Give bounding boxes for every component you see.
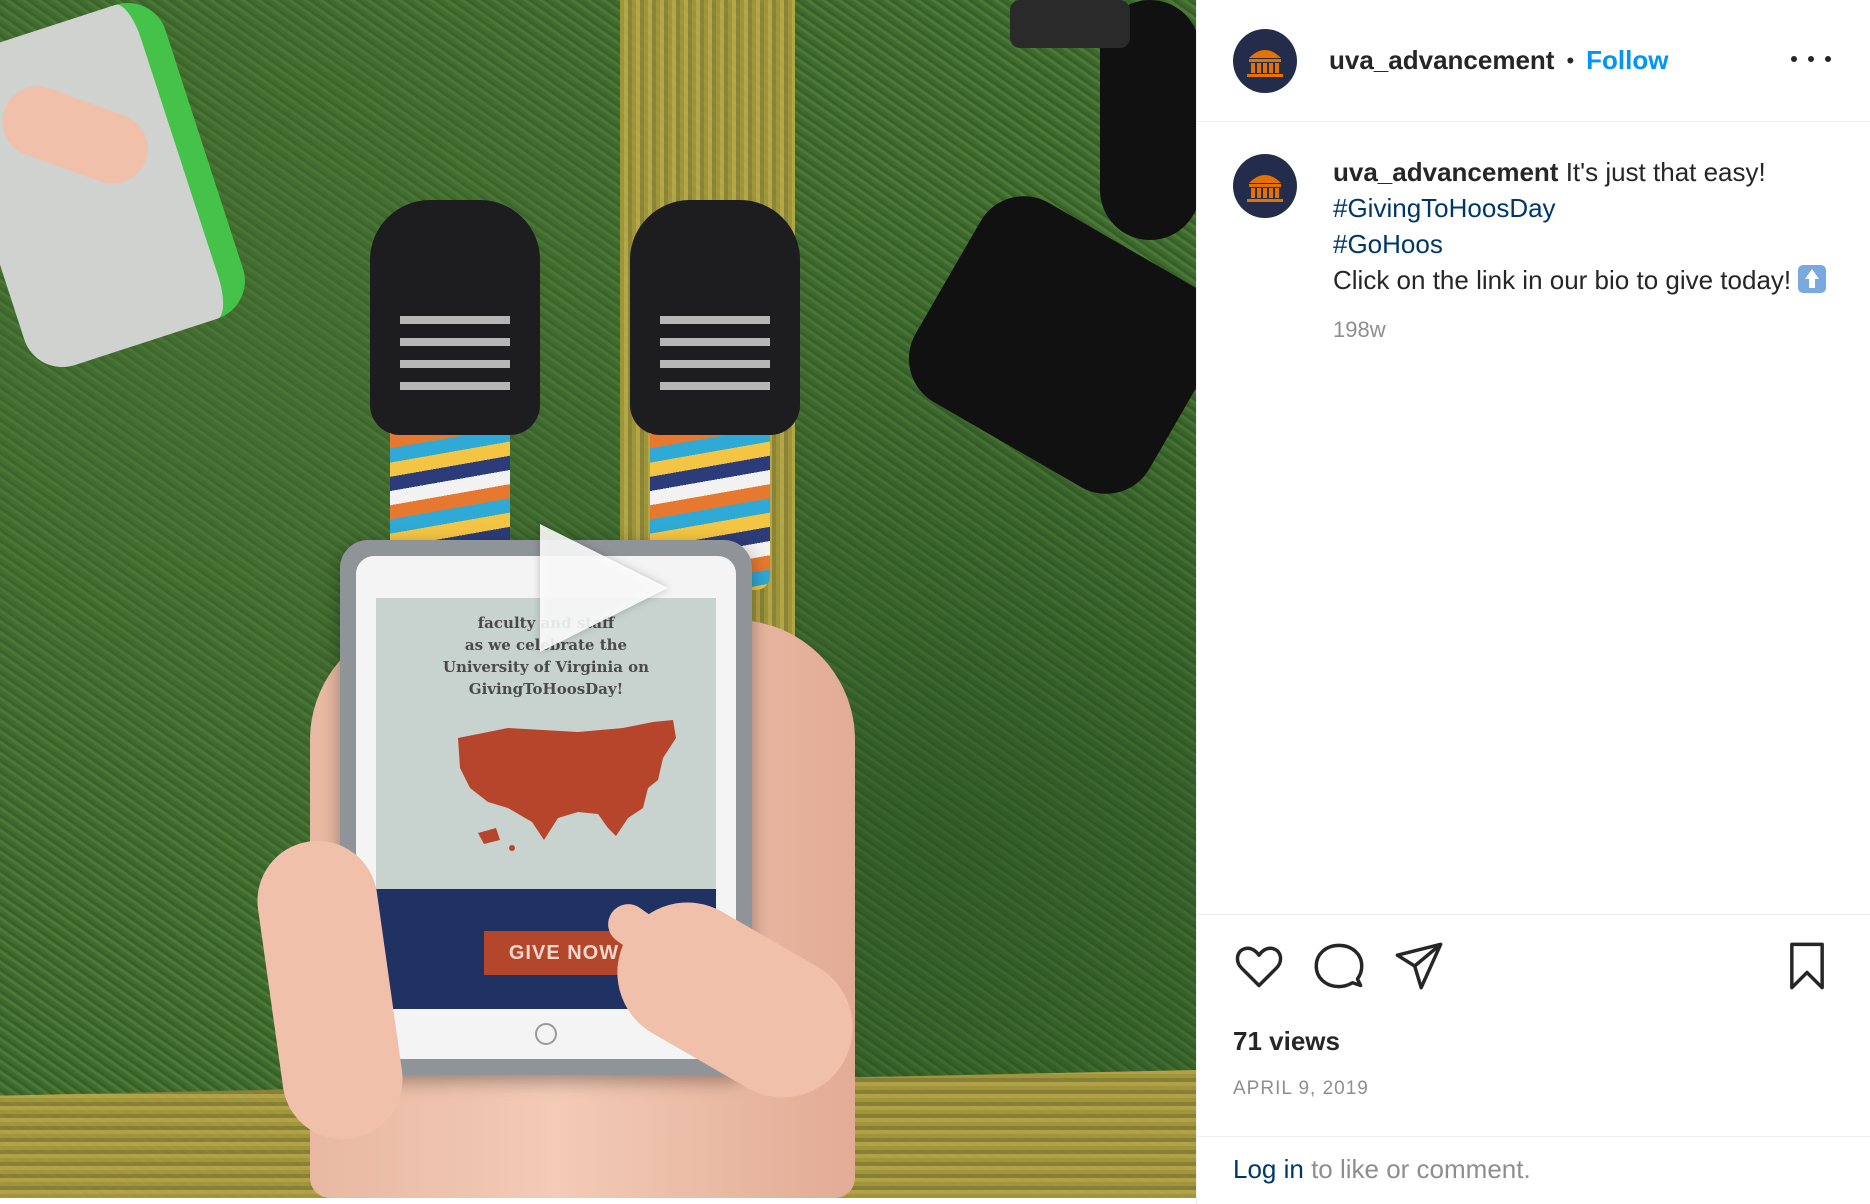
header-username[interactable]: uva_advancement bbox=[1329, 45, 1554, 76]
caption-avatar[interactable] bbox=[1233, 154, 1297, 218]
tablet-text-line: University of Virginia on bbox=[442, 658, 650, 676]
avatar[interactable] bbox=[1233, 28, 1297, 93]
caption-text: It's just that easy! bbox=[1565, 157, 1766, 187]
post-panel: uva_advancement • Follow uva_advancement bbox=[1196, 0, 1870, 1204]
play-icon[interactable] bbox=[540, 524, 668, 652]
caption: uva_advancement It's just that easy! #Gi… bbox=[1233, 154, 1853, 348]
hashtag-gohoos[interactable]: #GoHoos bbox=[1333, 226, 1833, 262]
cleat-left bbox=[370, 200, 540, 435]
login-prompt-text: to like or comment. bbox=[1303, 1154, 1531, 1184]
separator-dot: • bbox=[1566, 47, 1575, 73]
more-dot bbox=[1808, 56, 1814, 62]
post-date[interactable]: APRIL 9, 2019 bbox=[1233, 1078, 1369, 1100]
post-video[interactable]: faculty and staff as we celebrate the Un… bbox=[0, 0, 1196, 1198]
post-header: uva_advancement • Follow bbox=[1197, 0, 1870, 122]
divider bbox=[1197, 1136, 1870, 1137]
paper-plane-icon[interactable] bbox=[1393, 940, 1445, 992]
login-prompt: Log in to like or comment. bbox=[1233, 1154, 1531, 1185]
caption-body: uva_advancement It's just that easy! #Gi… bbox=[1333, 154, 1833, 348]
caption-username[interactable]: uva_advancement bbox=[1333, 157, 1558, 187]
divider bbox=[1197, 914, 1870, 915]
us-map bbox=[458, 720, 676, 851]
more-dot bbox=[1825, 56, 1831, 62]
caption-cta: Click on the link in our bio to give tod… bbox=[1333, 265, 1792, 295]
action-bar bbox=[1233, 940, 1833, 996]
view-count: 71 views bbox=[1233, 1026, 1340, 1056]
tablet-text-line: GivingToHoosDay! bbox=[468, 680, 624, 698]
login-link[interactable]: Log in bbox=[1233, 1154, 1304, 1184]
white-cleat bbox=[0, 0, 256, 378]
follow-button[interactable]: Follow bbox=[1586, 45, 1668, 76]
relative-timestamp[interactable]: 198w bbox=[1333, 312, 1833, 348]
cleat-right bbox=[630, 200, 800, 435]
more-dot bbox=[1791, 56, 1797, 62]
rotunda-logo-icon bbox=[1247, 49, 1283, 77]
more-options-icon[interactable] bbox=[1791, 44, 1831, 74]
cleat-top-edge bbox=[1010, 0, 1130, 48]
hashtag-givingtohoosday[interactable]: #GivingToHoosDay bbox=[1333, 190, 1833, 226]
rotunda-logo-icon bbox=[1247, 175, 1283, 202]
bookmark-icon[interactable] bbox=[1781, 940, 1833, 992]
heart-icon[interactable] bbox=[1233, 940, 1285, 992]
comment-bubble-icon[interactable] bbox=[1313, 940, 1365, 992]
tablet-home-button bbox=[535, 1023, 557, 1045]
up-arrow-emoji-icon bbox=[1798, 265, 1827, 293]
